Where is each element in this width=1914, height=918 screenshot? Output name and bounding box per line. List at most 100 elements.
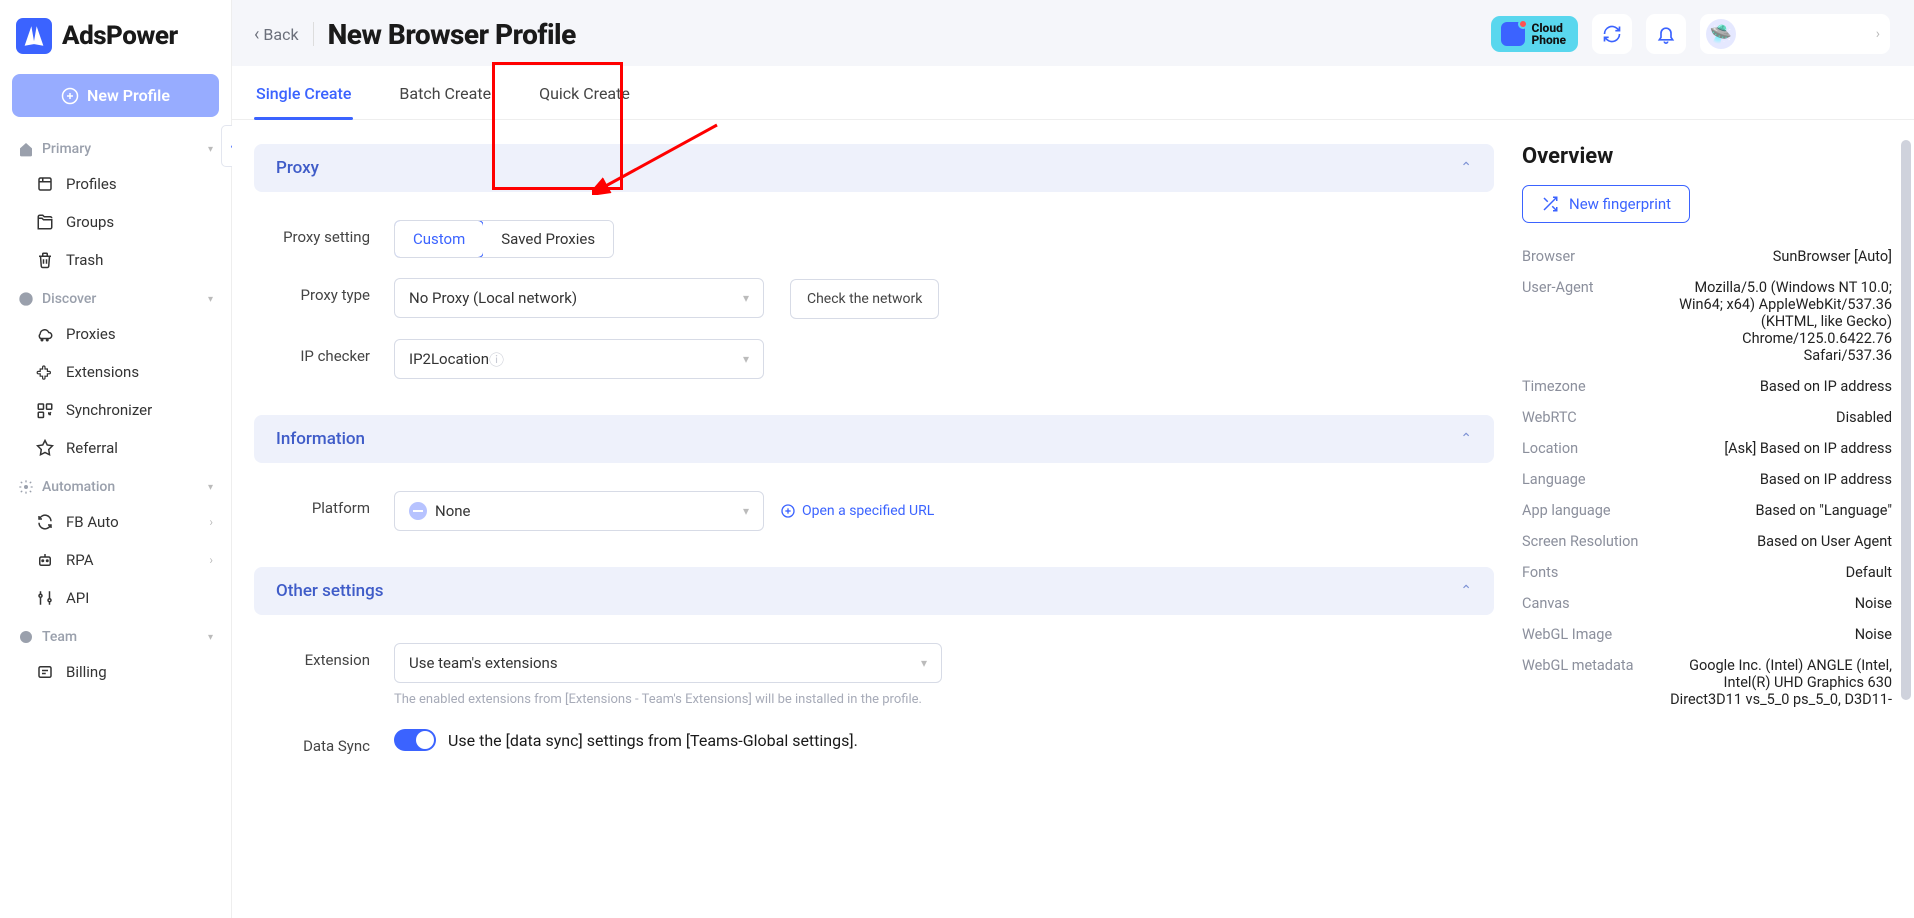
seg-saved-proxies[interactable]: Saved Proxies [483,221,613,257]
check-network-button[interactable]: Check the network [790,279,939,319]
sidebar-item-synchronizer[interactable]: Synchronizer [0,391,231,429]
back-button[interactable]: ‹ Back [254,24,299,45]
overview-key: Language [1522,471,1652,488]
scrollbar-thumb[interactable] [1901,140,1911,700]
overview-value: Mozilla/5.0 (Windows NT 10.0; Win64; x64… [1652,279,1892,364]
cloud-phone-icon [1501,22,1525,46]
profile-menu[interactable]: 🛸 › [1700,14,1890,54]
overview-value: Noise [1652,626,1892,643]
panel-information: Information ⌃ Platform None ▾ [254,415,1494,545]
puzzle-icon [36,363,54,381]
chevron-down-icon: ▾ [208,144,213,155]
refresh-button[interactable] [1592,14,1632,54]
overview-row: TimezoneBased on IP address [1522,371,1892,402]
page-title: New Browser Profile [328,18,576,51]
overview-key: Timezone [1522,378,1652,395]
chevron-down-icon: ▾ [921,656,927,670]
ip-checker-label: IP checker [254,339,394,365]
sidebar-item-extensions[interactable]: Extensions [0,353,231,391]
overview-row: Screen ResolutionBased on User Agent [1522,526,1892,557]
header: ‹ Back New Browser Profile Cloud Phone 🛸 [232,0,1914,66]
sidebar-item-trash[interactable]: Trash [0,241,231,279]
chevron-right-icon: › [1876,26,1880,42]
sidebar-item-label: Profiles [66,175,117,193]
form-column: Proxy ⌃ Proxy setting Custom Saved Proxi… [254,144,1494,918]
sidebar-item-rpa[interactable]: RPA › [0,541,231,579]
panel-proxy-header[interactable]: Proxy ⌃ [254,144,1494,192]
sidebar-item-label: FB Auto [66,513,119,531]
cloud-phone-badge[interactable]: Cloud Phone [1491,16,1578,52]
shuffle-icon [1541,195,1559,213]
sidebar-item-label: Extensions [66,363,139,381]
chevron-down-icon: ▾ [743,291,749,305]
overview-value: Based on IP address [1652,378,1892,395]
data-sync-label: Data Sync [254,729,394,755]
overview-row: LanguageBased on IP address [1522,464,1892,495]
refresh-icon [36,513,54,531]
refresh-icon [1602,24,1622,44]
chevron-right-icon: › [209,515,213,529]
create-tabs: Single Create Batch Create Quick Create [232,66,1914,120]
billing-icon [36,663,54,681]
open-url-link[interactable]: Open a specified URL [780,503,934,519]
nav-section-primary[interactable]: Primary ▾ [0,133,231,165]
proxy-setting-segmented: Custom Saved Proxies [394,220,614,258]
nav-section-discover[interactable]: Discover ▾ [0,283,231,315]
overview-row: CanvasNoise [1522,588,1892,619]
proxy-type-select[interactable]: No Proxy (Local network) ▾ [394,278,764,318]
sidebar-item-label: Proxies [66,325,116,343]
folder-icon [36,213,54,231]
sidebar-item-billing[interactable]: Billing [0,653,231,691]
chevron-up-icon: ⌃ [1460,160,1472,176]
profiles-icon [36,175,54,193]
new-profile-button[interactable]: New Profile [12,74,219,117]
new-fingerprint-button[interactable]: New fingerprint [1522,185,1690,223]
chevron-down-icon: ▾ [743,504,749,518]
ip-checker-select[interactable]: IP2Location ⓘ ▾ [394,339,764,379]
overview-value: Based on IP address [1652,471,1892,488]
chevron-down-icon: ▾ [208,482,213,493]
proxy-type-label: Proxy type [254,278,394,304]
panel-other-settings: Other settings ⌃ Extension Use team's ex… [254,567,1494,769]
bell-icon [1656,24,1676,44]
sidebar-item-profiles[interactable]: Profiles [0,165,231,203]
sidebar-item-proxies[interactable]: Proxies [0,315,231,353]
overview-panel: Overview New fingerprint BrowserSunBrows… [1522,144,1892,918]
new-profile-label: New Profile [87,86,170,105]
compass-icon [18,291,34,307]
cloud-icon [36,325,54,343]
sidebar-item-referral[interactable]: Referral [0,429,231,467]
plus-circle-icon [61,87,79,105]
notifications-button[interactable] [1646,14,1686,54]
seg-custom[interactable]: Custom [394,220,484,258]
none-icon [409,502,427,520]
tab-single-create[interactable]: Single Create [254,66,353,119]
extension-select[interactable]: Use team's extensions ▾ [394,643,942,683]
overview-key: App language [1522,502,1652,519]
sidebar-item-groups[interactable]: Groups [0,203,231,241]
sidebar-item-fb-auto[interactable]: FB Auto › [0,503,231,541]
sidebar-item-label: RPA [66,551,93,569]
nav-section-automation[interactable]: Automation ▾ [0,471,231,503]
platform-select[interactable]: None ▾ [394,491,764,531]
overview-title: Overview [1522,144,1892,169]
panel-information-header[interactable]: Information ⌃ [254,415,1494,463]
overview-key: User-Agent [1522,279,1652,296]
overview-key: Browser [1522,248,1652,265]
panel-other-header[interactable]: Other settings ⌃ [254,567,1494,615]
overview-row: Location[Ask] Based on IP address [1522,433,1892,464]
tab-quick-create[interactable]: Quick Create [537,66,632,119]
sidebar-item-label: Groups [66,213,114,231]
chevron-down-icon: ▾ [743,352,749,366]
logo[interactable]: AdsPower [0,0,231,68]
tab-batch-create[interactable]: Batch Create [397,66,493,119]
overview-row: User-AgentMozilla/5.0 (Windows NT 10.0; … [1522,272,1892,371]
data-sync-text: Use the [data sync] settings from [Teams… [448,731,858,750]
gear-icon [18,629,34,645]
sidebar-item-label: Trash [66,251,103,269]
sidebar-item-api[interactable]: API [0,579,231,617]
data-sync-toggle[interactable] [394,729,436,751]
nav-section-team[interactable]: Team ▾ [0,621,231,653]
chevron-down-icon: ▾ [208,632,213,643]
overview-value: SunBrowser [Auto] [1652,248,1892,265]
